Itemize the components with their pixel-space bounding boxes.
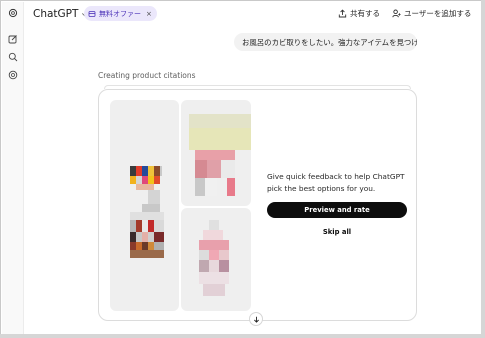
- explore-gpts-button[interactable]: [6, 68, 20, 82]
- skip-all-button[interactable]: Skip all: [267, 226, 407, 238]
- product-image-2[interactable]: [181, 100, 251, 206]
- scroll-down-arrow-icon: [253, 316, 259, 323]
- add-user-button[interactable]: ユーザーを追加する: [392, 8, 471, 19]
- offer-chip-close-button[interactable]: ×: [146, 10, 152, 18]
- user-message-bubble: お風呂のカビ取りをしたい。強力なアイテムを見つけて。: [234, 33, 417, 51]
- product-image-1[interactable]: [110, 100, 179, 311]
- explore-gpts-icon: [8, 70, 18, 80]
- chatgpt-logo-icon: [8, 8, 18, 18]
- add-user-label: ユーザーを追加する: [404, 9, 472, 18]
- feedback-prompt-text: Give quick feedback to help ChatGPT pick…: [267, 172, 405, 193]
- new-chat-button[interactable]: [6, 32, 20, 46]
- product-feedback-card: Give quick feedback to help ChatGPT pick…: [98, 89, 417, 321]
- scroll-to-bottom-button[interactable]: [249, 312, 263, 326]
- more-options-button[interactable]: ⋮: [477, 6, 485, 18]
- citation-status-label: Creating product citations: [98, 71, 196, 80]
- chat-window: ChatGPT 無料オファー × 共有する ユーザーを追加する ⋮ お風呂のカビ…: [0, 0, 485, 338]
- search-icon: [8, 52, 18, 62]
- model-name: ChatGPT: [33, 8, 79, 20]
- preview-and-rate-button[interactable]: Preview and rate: [267, 202, 407, 218]
- offer-chip-label: 無料オファー: [99, 9, 141, 18]
- free-offer-chip[interactable]: 無料オファー ×: [84, 6, 157, 21]
- chatgpt-logo-button[interactable]: [6, 6, 20, 20]
- share-button[interactable]: 共有する: [338, 8, 380, 19]
- model-selector[interactable]: ChatGPT: [33, 8, 88, 20]
- offer-chip-icon: [88, 10, 96, 17]
- new-chat-icon: [8, 35, 17, 44]
- share-icon: [338, 9, 347, 18]
- share-label: 共有する: [350, 9, 380, 18]
- search-chats-button[interactable]: [6, 50, 20, 64]
- top-bar: ChatGPT 無料オファー × 共有する ユーザーを追加する ⋮: [25, 2, 485, 26]
- sidebar-rail: [2, 2, 24, 336]
- user-message-text: お風呂のカビ取りをしたい。強力なアイテムを見つけて。: [242, 38, 417, 47]
- add-user-icon: [392, 9, 401, 18]
- more-options-icon: ⋮: [478, 7, 485, 17]
- product-image-3[interactable]: [181, 208, 251, 311]
